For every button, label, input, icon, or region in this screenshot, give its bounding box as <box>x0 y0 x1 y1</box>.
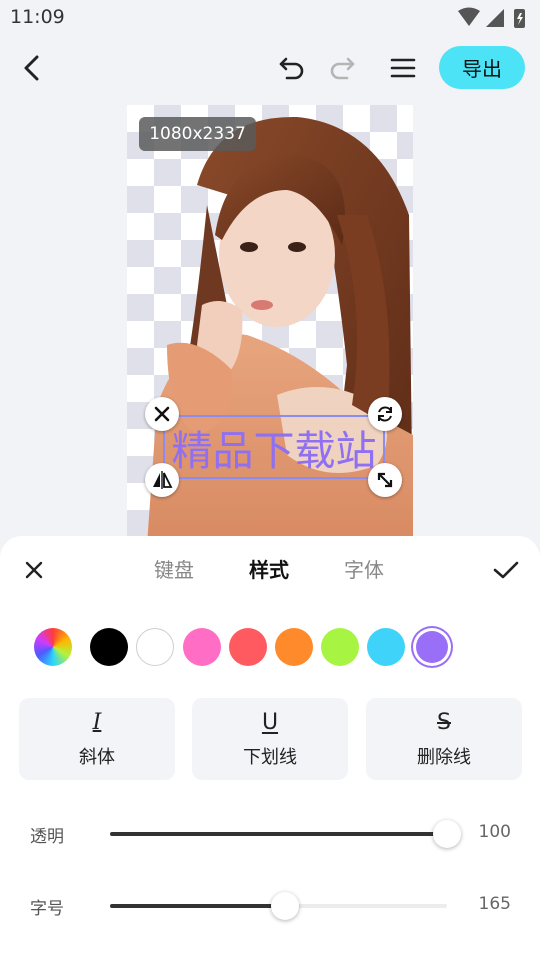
opacity-label: 透明 <box>30 827 64 847</box>
redo-icon[interactable] <box>322 48 362 88</box>
strikethrough-button[interactable]: S 删除线 <box>366 698 522 780</box>
font-size-label: 字号 <box>30 899 64 919</box>
export-button[interactable]: 导出 <box>439 46 525 89</box>
font-size-slider-fill <box>110 904 286 908</box>
top-toolbar: 导出 <box>0 36 540 100</box>
italic-button[interactable]: I 斜体 <box>19 698 175 780</box>
underline-button[interactable]: U 下划线 <box>192 698 348 780</box>
resize-text-handle[interactable] <box>368 463 402 497</box>
delete-text-handle[interactable] <box>145 397 179 431</box>
color-swatch-orange[interactable] <box>275 628 313 666</box>
signal-icon <box>486 9 504 27</box>
opacity-slider-thumb[interactable] <box>433 820 461 848</box>
italic-label: 斜体 <box>79 747 115 768</box>
rotate-text-handle[interactable] <box>368 397 402 431</box>
underline-icon: U <box>261 710 279 735</box>
canvas-size-badge: 1080x2337 <box>139 117 256 151</box>
text-overlay-box[interactable]: 精品下载站 <box>163 415 385 479</box>
wifi-icon <box>458 7 480 26</box>
color-swatch-cyan[interactable] <box>367 628 405 666</box>
opacity-slider-row: 透明 100 <box>0 814 540 854</box>
color-swatch-purple[interactable] <box>416 631 448 663</box>
color-swatch-white[interactable] <box>136 628 174 666</box>
color-swatch-black[interactable] <box>90 628 128 666</box>
status-bar: 11:09 <box>0 0 540 36</box>
panel-tabs: 键盘 样式 字体 <box>0 536 540 600</box>
color-swatch-red[interactable] <box>229 628 267 666</box>
resize-icon <box>377 472 393 488</box>
flip-text-handle[interactable] <box>145 463 179 497</box>
menu-icon[interactable] <box>383 48 423 88</box>
panel-confirm-button[interactable] <box>488 552 524 588</box>
close-icon <box>25 561 43 579</box>
opacity-slider[interactable] <box>110 820 461 848</box>
opacity-value: 100 <box>478 822 511 842</box>
strikethrough-label: 删除线 <box>417 747 471 768</box>
underline-label: 下划线 <box>243 747 297 768</box>
font-size-slider-row: 字号 165 <box>0 886 540 926</box>
close-icon <box>154 406 170 422</box>
back-icon[interactable] <box>12 48 52 88</box>
font-size-slider[interactable] <box>110 892 447 920</box>
tab-style[interactable]: 样式 <box>249 554 289 583</box>
opacity-slider-fill <box>110 832 447 836</box>
undo-icon[interactable] <box>272 48 312 88</box>
panel-close-button[interactable] <box>16 552 52 588</box>
color-swatch-pink[interactable] <box>183 628 221 666</box>
color-swatch-lime[interactable] <box>321 628 359 666</box>
italic-icon: I <box>92 710 102 735</box>
text-style-panel: 键盘 样式 字体 I 斜体 U 下划线 S 删除线 透明 100 字号 165 <box>0 536 540 960</box>
check-icon <box>493 561 519 579</box>
font-size-value: 165 <box>478 894 511 914</box>
strikethrough-icon: S <box>437 710 451 735</box>
status-time: 11:09 <box>10 6 65 28</box>
tab-font[interactable]: 字体 <box>344 554 384 583</box>
font-size-slider-thumb[interactable] <box>271 892 300 920</box>
color-swatches <box>0 628 540 668</box>
color-picker-wheel[interactable] <box>34 628 72 666</box>
text-overlay[interactable]: 精品下载站 <box>172 417 377 477</box>
flip-icon <box>153 471 173 489</box>
rotate-icon <box>378 406 392 422</box>
tab-keyboard[interactable]: 键盘 <box>154 554 194 583</box>
status-icons <box>458 7 525 28</box>
